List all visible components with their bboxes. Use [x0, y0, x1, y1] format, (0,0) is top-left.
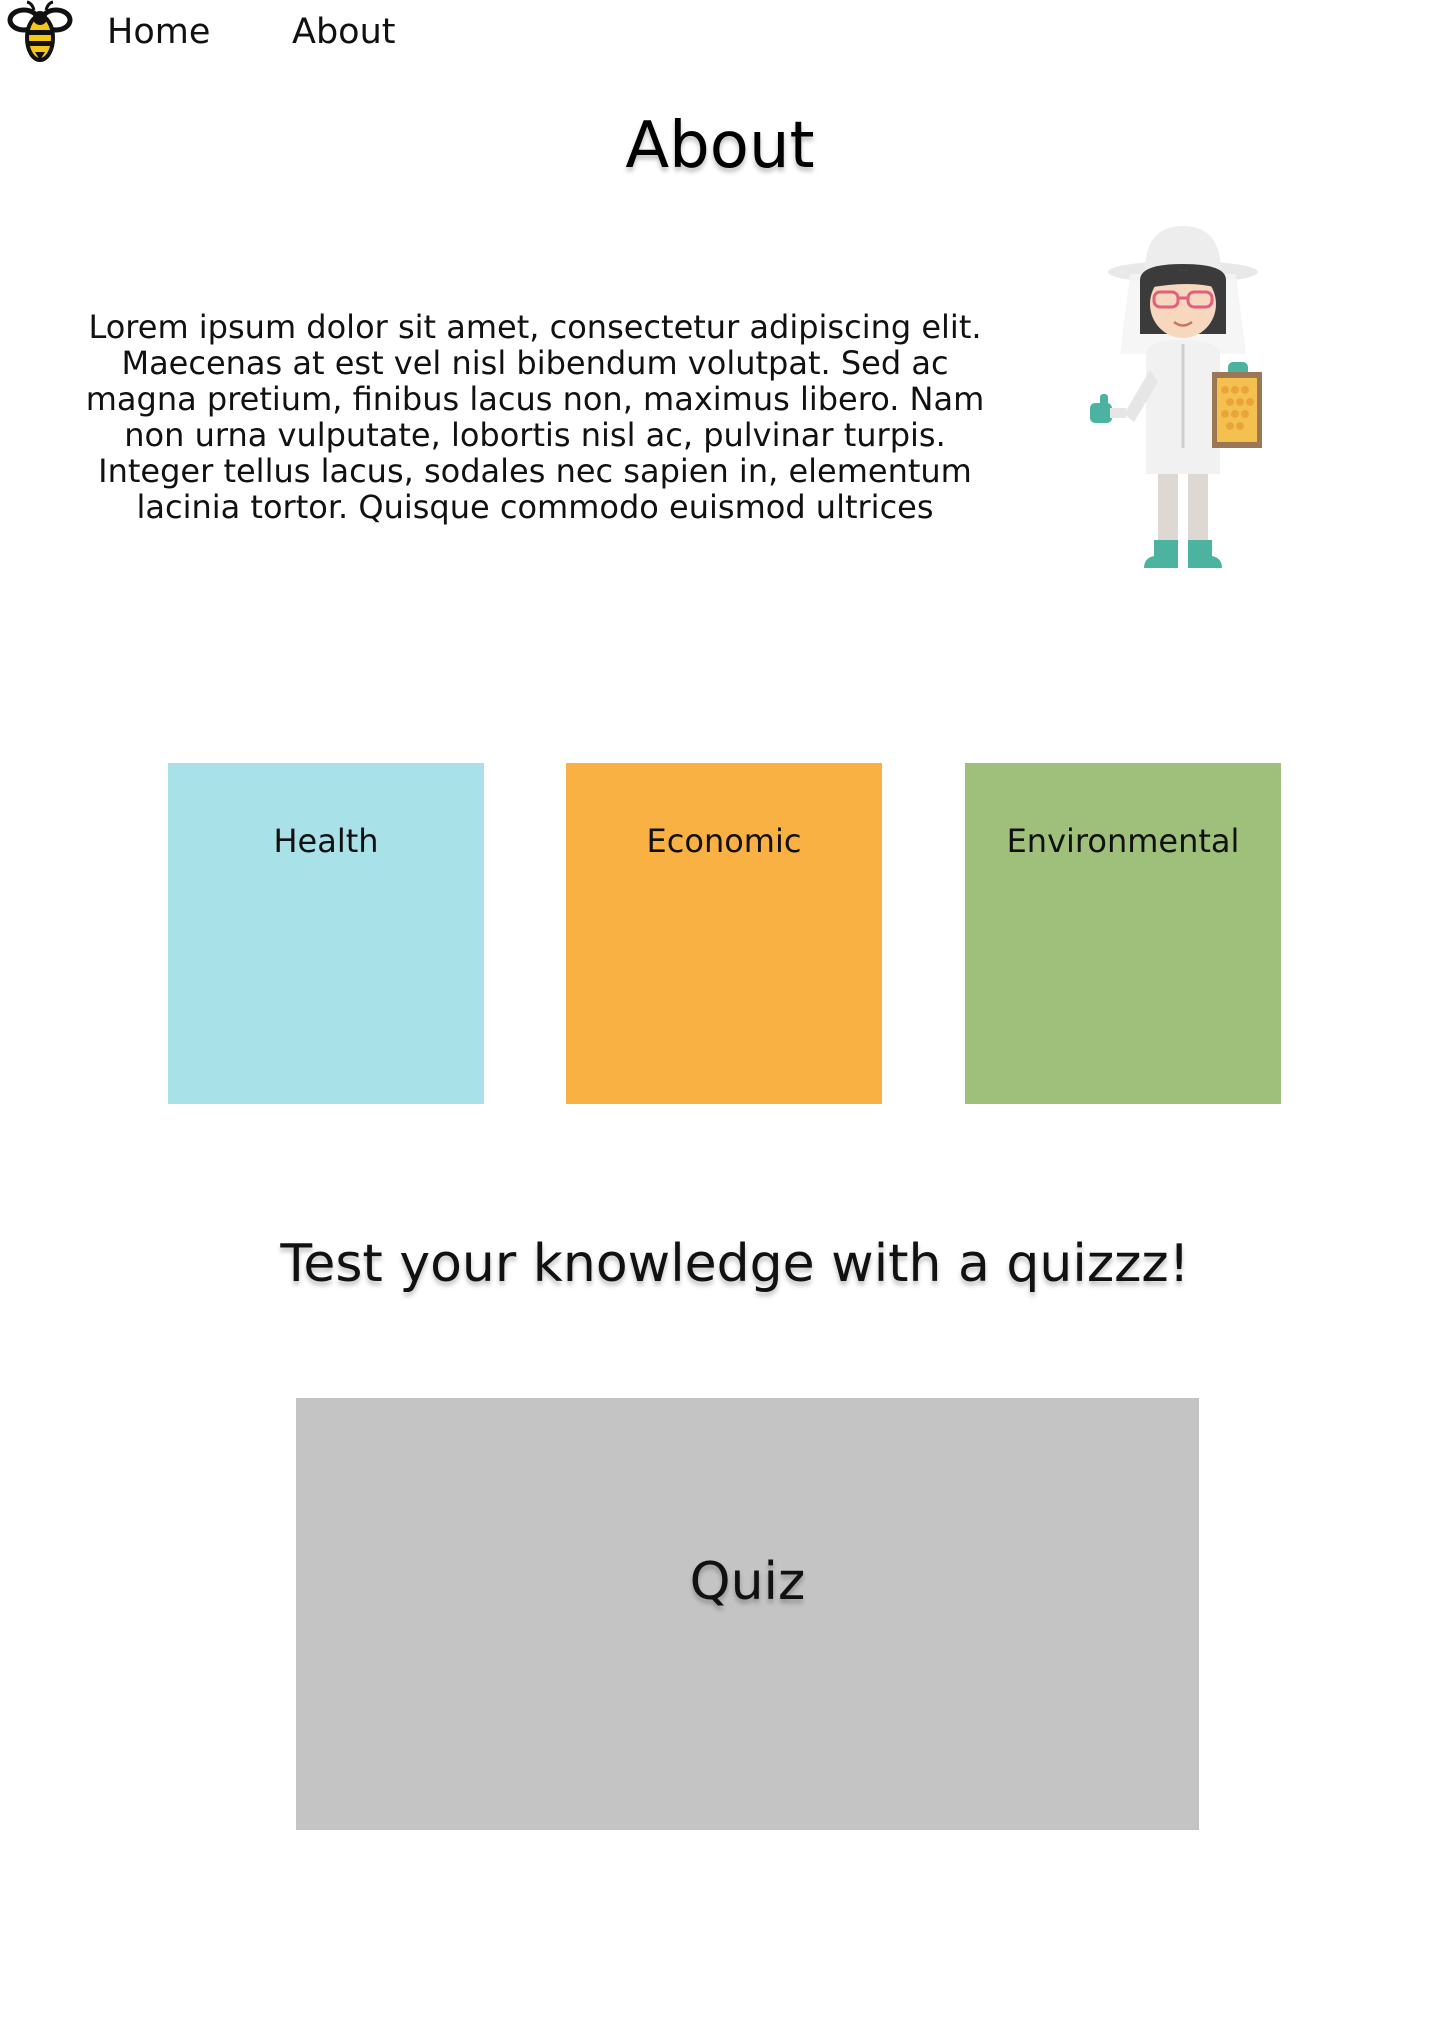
top-nav: Home About [0, 0, 1440, 64]
health-card[interactable]: Health [168, 763, 484, 1104]
economic-card[interactable]: Economic [566, 763, 882, 1104]
environmental-card-label: Environmental [1006, 822, 1240, 860]
beekeeper-illustration [1090, 226, 1262, 568]
bee-icon[interactable] [2, 0, 78, 66]
intro-paragraph: Lorem ipsum dolor sit amet, consectetur … [85, 308, 985, 526]
health-card-label: Health [273, 822, 379, 860]
quiz-heading: Test your knowledge with a quizzz! [280, 1234, 1190, 1294]
quiz-button[interactable]: Quiz [296, 1398, 1199, 1830]
page-title: About [625, 109, 815, 183]
nav-link-home[interactable]: Home [107, 10, 210, 54]
economic-card-label: Economic [646, 822, 802, 860]
environmental-card[interactable]: Environmental [965, 763, 1281, 1104]
quiz-button-label: Quiz [689, 1552, 806, 1612]
nav-link-about[interactable]: About [292, 10, 395, 54]
